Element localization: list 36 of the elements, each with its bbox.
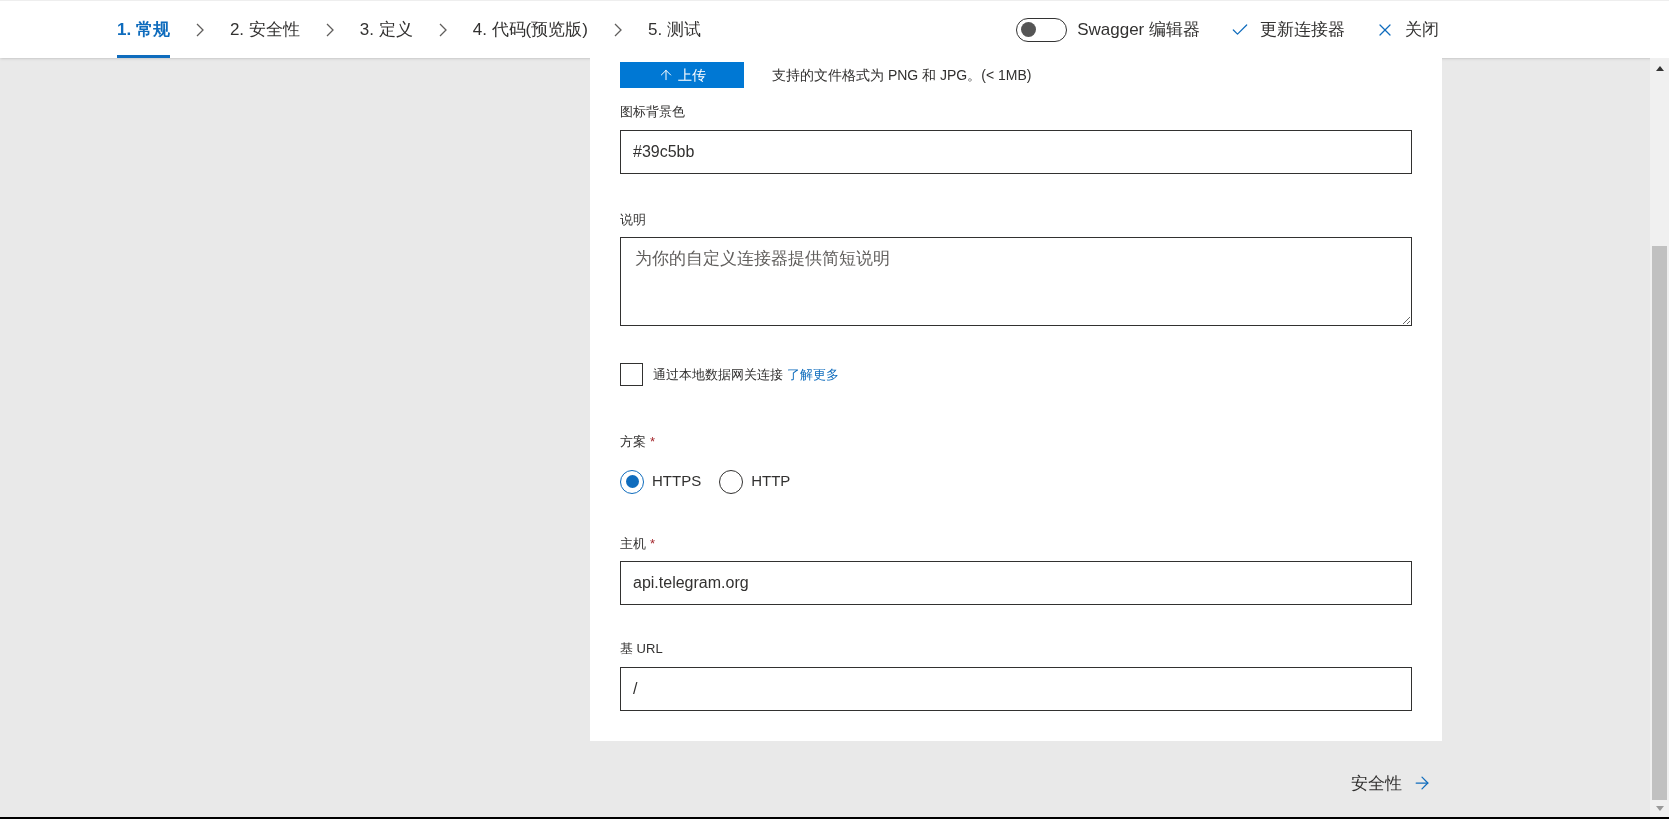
- step-tab[interactable]: 2. 安全性: [229, 1, 300, 58]
- learn-more-link[interactable]: 了解更多: [787, 364, 839, 385]
- input-field[interactable]: /: [620, 666, 1412, 711]
- next-button[interactable]: 安全性: [1351, 770, 1432, 796]
- field-label: 图标背景色: [620, 103, 685, 121]
- input-field[interactable]: api.telegram.org: [620, 561, 1412, 605]
- field-label: 方案: [620, 433, 646, 451]
- step-tab[interactable]: 4. 代码(预览版): [472, 1, 588, 58]
- upload-button[interactable]: 上传: [620, 62, 744, 88]
- update-button[interactable]: 更新连接器: [1230, 16, 1345, 43]
- scrollbar-thumb[interactable]: [1652, 246, 1667, 800]
- toggle-switch[interactable]: [1016, 17, 1068, 42]
- required-asterisk: *: [650, 433, 656, 451]
- chevron-icon: [438, 22, 447, 37]
- upload-icon: [658, 67, 674, 83]
- radio-option[interactable]: HTTP: [719, 469, 791, 494]
- checkbox-label: 通过本地数据网关连接: [653, 365, 783, 384]
- field-label: 主机: [620, 534, 646, 553]
- input-field[interactable]: #39c5bb: [620, 129, 1412, 174]
- field-label: 基 URL: [620, 640, 663, 658]
- upload-hint: 支持的文件格式为 PNG 和 JPG。(< 1MB): [772, 65, 1032, 85]
- toggle-label: Swagger 编辑器: [1077, 18, 1200, 41]
- scroll-down-icon: [1655, 806, 1664, 811]
- radio-option[interactable]: HTTPS: [620, 469, 702, 494]
- checkbox[interactable]: [620, 363, 643, 386]
- step-tab[interactable]: 3. 定义: [359, 1, 413, 58]
- step-tab[interactable]: 5. 测试: [647, 1, 701, 58]
- chevron-icon: [613, 22, 622, 37]
- description-field[interactable]: 为你的自定义连接器提供简短说明: [620, 237, 1412, 326]
- chevron-icon: [195, 22, 204, 37]
- scroll-up-icon: [1655, 66, 1664, 71]
- required-asterisk: *: [650, 534, 656, 553]
- chevron-icon: [325, 22, 334, 37]
- field-label: 说明: [620, 210, 646, 229]
- step-tab[interactable]: 1. 常规: [117, 1, 170, 58]
- close-button[interactable]: 关闭: [1375, 16, 1439, 43]
